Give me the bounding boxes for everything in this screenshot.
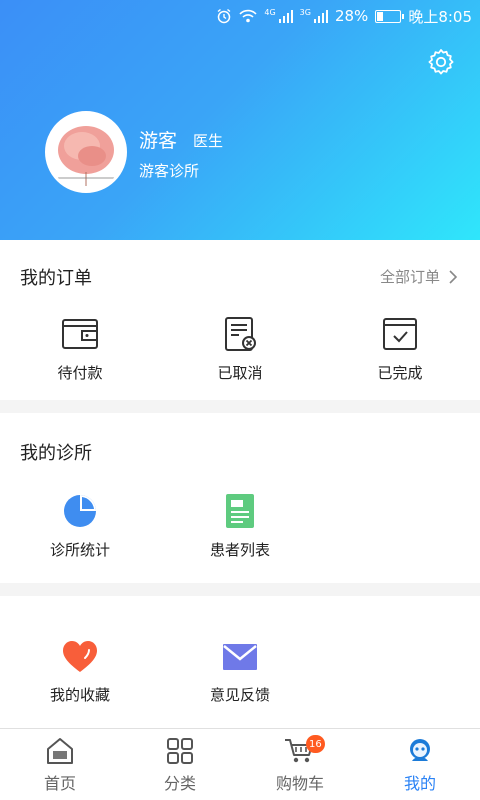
battery-fill (377, 11, 384, 21)
my-favorites[interactable]: 我的收藏 (20, 640, 140, 705)
mail-icon (223, 644, 257, 670)
my-favorites-label: 我的收藏 (49, 686, 110, 704)
signal-icon (278, 9, 293, 23)
cart-badge: 16 (306, 735, 325, 753)
all-orders-label: 全部订单 (379, 268, 440, 286)
patient-list-label: 患者列表 (209, 541, 270, 559)
orders-card: 我的订单 全部订单 待付款 已取消 已完成 (0, 240, 480, 400)
patient-list-icon (226, 494, 254, 528)
clinic-title: 我的诊所 (20, 443, 92, 464)
grid-icon (167, 738, 193, 764)
order-pending-label: 待付款 (57, 364, 103, 382)
orders-title: 我的订单 (20, 268, 92, 289)
battery-icon (375, 9, 405, 23)
status-bar: 4G 3G 28% 晚上8:05 (0, 0, 480, 32)
tab-home[interactable]: 首页 (0, 729, 120, 800)
feedback[interactable]: 意见反馈 (180, 640, 300, 705)
clinic-card: 我的诊所 诊所统计 患者列表 (0, 413, 480, 583)
chevron-right-icon (449, 269, 458, 284)
bottom-tab-bar: 首页 分类 16 购物车 我的 (0, 728, 480, 800)
network-4g-label: 4G (264, 8, 276, 17)
avatar[interactable] (45, 111, 127, 193)
order-completed-label: 已完成 (377, 364, 423, 382)
status-time: 晚上8:05 (408, 7, 472, 26)
wifi-icon (239, 9, 257, 23)
tab-cart-label: 购物车 (275, 774, 324, 793)
tab-mine-label: 我的 (403, 774, 436, 793)
network-3g-label: 3G (299, 8, 311, 17)
tab-cart[interactable]: 16 购物车 (240, 729, 360, 800)
tab-category[interactable]: 分类 (120, 729, 240, 800)
pie-chart-icon (64, 495, 96, 527)
profile-robot-icon (410, 739, 430, 761)
order-completed[interactable]: 已完成 (340, 316, 460, 383)
tab-mine[interactable]: 我的 (360, 729, 480, 800)
feedback-label: 意见反馈 (209, 686, 270, 704)
clinic-statistics[interactable]: 诊所统计 (20, 493, 140, 560)
clinic-statistics-label: 诊所统计 (49, 541, 110, 559)
tab-category-label: 分类 (163, 774, 196, 793)
user-clinic: 游客诊所 (139, 162, 200, 180)
order-cancelled[interactable]: 已取消 (180, 316, 300, 383)
order-cancelled-label: 已取消 (217, 364, 263, 382)
profile-header: 4G 3G 28% 晚上8:05 游客 医生 游客诊所 (0, 0, 480, 240)
alarm-icon (216, 8, 232, 24)
settings-gear-icon[interactable] (426, 47, 456, 77)
battery-percent: 28% (334, 7, 369, 25)
patient-list[interactable]: 患者列表 (180, 493, 300, 560)
all-orders-link[interactable]: 全部订单 (380, 266, 458, 287)
order-pending-payment[interactable]: 待付款 (20, 316, 140, 383)
user-name: 游客 (139, 130, 178, 152)
wallet-icon (62, 319, 98, 349)
completed-check-icon (383, 318, 417, 350)
signal-icon (313, 9, 328, 23)
cancelled-document-icon (225, 317, 256, 351)
tab-home-label: 首页 (43, 774, 76, 793)
user-role: 医生 (193, 132, 224, 150)
heart-icon (63, 641, 97, 672)
home-icon (47, 738, 73, 764)
misc-card: 我的收藏 意见反馈 (0, 596, 480, 728)
